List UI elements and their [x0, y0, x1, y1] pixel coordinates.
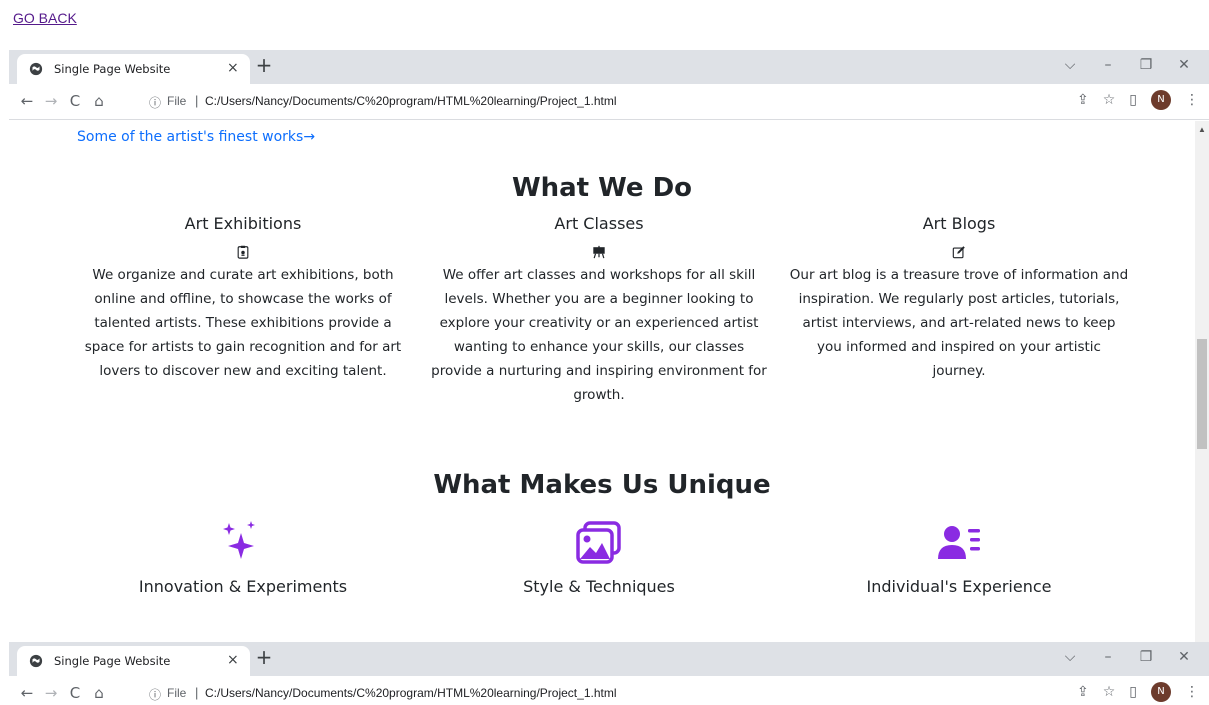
tab-title: Single Page Website	[54, 62, 171, 76]
forward-icon[interactable]: →	[41, 91, 61, 111]
tab-close-icon[interactable]: ×	[227, 652, 239, 668]
card-title: Art Exhibitions	[184, 214, 302, 233]
tab-close-icon[interactable]: ×	[227, 60, 239, 76]
card-title: Art Classes	[554, 214, 644, 233]
tab-strip: Single Page Website × + ⌵ – ❐ ✕	[9, 50, 1209, 84]
address-bar[interactable]: ⓘ File | C:/Users/Nancy/Documents/C%20pr…	[139, 680, 1109, 705]
unique-label: Style & Techniques	[523, 577, 675, 596]
back-icon[interactable]: ←	[17, 91, 37, 111]
tab-title: Single Page Website	[54, 654, 171, 668]
restore-icon[interactable]: ❐	[1127, 52, 1165, 78]
browser-chrome: Single Page Website × + ⌵ – ❐ ✕ ← → C ⌂ …	[9, 50, 1209, 126]
home-icon[interactable]: ⌂	[89, 91, 109, 111]
globe-icon	[29, 654, 43, 668]
new-tab-icon[interactable]: +	[253, 646, 275, 668]
globe-icon	[29, 62, 43, 76]
bookmark-star-icon[interactable]: ☆	[1103, 92, 1116, 108]
share-icon[interactable]: ⇪	[1077, 92, 1089, 108]
side-panel-icon[interactable]: ▯	[1129, 684, 1137, 700]
minimize-icon[interactable]: –	[1089, 644, 1127, 670]
clipboard-icon	[237, 245, 249, 259]
card-text: Our art blog is a treasure trove of info…	[789, 267, 1129, 379]
info-icon[interactable]: ⓘ	[149, 94, 161, 111]
browser-toolbar: ← → C ⌂ ⓘ File | C:/Users/Nancy/Document…	[9, 84, 1209, 120]
what-we-do-title: What We Do	[511, 173, 693, 203]
separator: |	[195, 93, 199, 108]
profile-avatar[interactable]: N	[1151, 682, 1171, 702]
scroll-up-icon[interactable]: ▲	[1198, 125, 1206, 134]
share-icon[interactable]: ⇪	[1077, 684, 1089, 700]
unique-label: Individual's Experience	[866, 577, 1052, 596]
forward-icon[interactable]: →	[41, 683, 61, 703]
scrollbar[interactable]: ▲	[1195, 121, 1209, 642]
tab-search-icon[interactable]: ⌵	[1051, 52, 1089, 78]
menu-icon[interactable]: ⋮	[1185, 684, 1199, 700]
toolbar-actions: ⇪ ☆ ▯ N ⋮	[1077, 682, 1199, 702]
menu-icon[interactable]: ⋮	[1185, 92, 1199, 108]
window-controls: ⌵ – ❐ ✕	[1051, 52, 1203, 78]
images-icon	[576, 521, 621, 564]
separator: |	[195, 685, 199, 700]
unique-experience: Individual's Experience	[789, 519, 1129, 596]
back-icon[interactable]: ←	[17, 683, 37, 703]
card-text: We offer art classes and workshops for a…	[431, 267, 767, 403]
file-label: File	[167, 94, 187, 108]
bookmark-star-icon[interactable]: ☆	[1103, 684, 1116, 700]
browser-tab[interactable]: Single Page Website ×	[17, 54, 250, 84]
url-text[interactable]: C:/Users/Nancy/Documents/C%20program/HTM…	[205, 94, 617, 108]
address-bar[interactable]: ⓘ File | C:/Users/Nancy/Documents/C%20pr…	[139, 88, 1109, 116]
minimize-icon[interactable]: –	[1089, 52, 1127, 78]
new-tab-icon[interactable]: +	[253, 54, 275, 76]
page-viewport: Some of the artist's finest works→ What …	[9, 121, 1209, 642]
browser-toolbar: ← → C ⌂ ⓘ File | C:/Users/Nancy/Document…	[9, 676, 1209, 705]
unique-style: Style & Techniques	[429, 519, 769, 596]
reload-icon[interactable]: C	[65, 683, 85, 703]
window-controls: ⌵ – ❐ ✕	[1051, 644, 1203, 670]
scroll-thumb[interactable]	[1197, 339, 1207, 449]
card-art-exhibitions: Art Exhibitions We organize and curate a…	[73, 214, 413, 383]
url-text[interactable]: C:/Users/Nancy/Documents/C%20program/HTM…	[205, 686, 617, 700]
user-list-icon	[938, 526, 980, 559]
toolbar-actions: ⇪ ☆ ▯ N ⋮	[1077, 90, 1199, 110]
reload-icon[interactable]: C	[65, 91, 85, 111]
finest-works-link[interactable]: Some of the artist's finest works→	[77, 129, 315, 145]
go-back-link[interactable]: GO BACK	[13, 10, 77, 26]
browser-tab[interactable]: Single Page Website ×	[17, 646, 250, 676]
profile-avatar[interactable]: N	[1151, 90, 1171, 110]
pencil-square-icon	[952, 246, 965, 259]
sparkles-icon	[223, 521, 255, 559]
card-title: Art Blogs	[922, 214, 996, 233]
unique-innovation: Innovation & Experiments	[73, 519, 413, 596]
card-art-blogs: Art Blogs Our art blog is a treasure tro…	[789, 214, 1129, 383]
tab-search-icon[interactable]: ⌵	[1051, 644, 1089, 670]
tab-strip: Single Page Website × + ⌵ – ❐ ✕	[9, 642, 1209, 676]
restore-icon[interactable]: ❐	[1127, 644, 1165, 670]
close-window-icon[interactable]: ✕	[1165, 644, 1203, 670]
card-text: We organize and curate art exhibitions, …	[84, 267, 402, 379]
side-panel-icon[interactable]: ▯	[1129, 92, 1137, 108]
unique-label: Innovation & Experiments	[138, 577, 348, 596]
file-label: File	[167, 686, 187, 700]
close-window-icon[interactable]: ✕	[1165, 52, 1203, 78]
info-icon[interactable]: ⓘ	[149, 686, 161, 703]
unique-title: What Makes Us Unique	[433, 470, 771, 500]
home-icon[interactable]: ⌂	[89, 683, 109, 703]
card-art-classes: Art Classes We offer art classes and wor…	[429, 214, 769, 407]
easel-icon	[593, 245, 605, 259]
browser-chrome-repeat: Single Page Website × + ⌵ – ❐ ✕ ← → C ⌂ …	[9, 642, 1209, 705]
